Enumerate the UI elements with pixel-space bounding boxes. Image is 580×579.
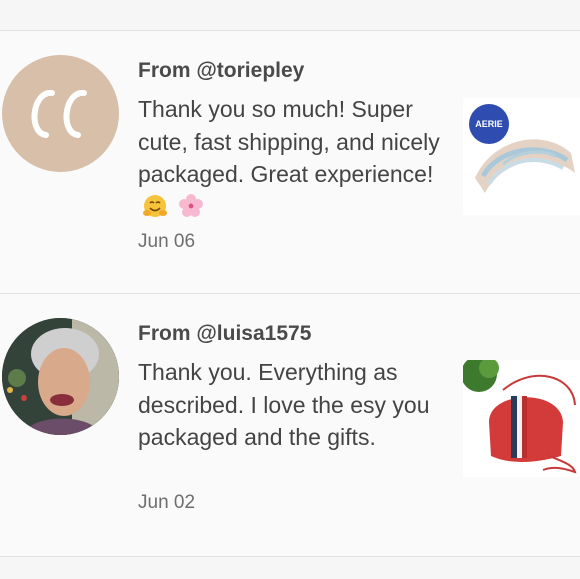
cherry-blossom-emoji-icon	[178, 193, 204, 228]
product-thumbnail[interactable]	[463, 360, 580, 477]
review-text: Thank you so much! Super cute, fast ship…	[138, 96, 440, 187]
initials-logo-icon	[31, 90, 87, 138]
user-avatar[interactable]	[2, 55, 119, 172]
review-date: Jun 02	[138, 492, 196, 513]
hugging-face-emoji-icon	[142, 193, 168, 228]
bottom-divider	[0, 556, 580, 557]
review-text: Thank you. Everything as described. I lo…	[138, 359, 430, 450]
profile-photo-icon	[2, 318, 119, 435]
product-thumbnail[interactable]: AERIE	[463, 98, 580, 215]
review-card[interactable]: From @luisa1575 Thank you. Everything as…	[0, 294, 580, 556]
review-author[interactable]: From @luisa1575	[138, 322, 311, 346]
brand-badge: AERIE	[469, 104, 509, 144]
review-author[interactable]: From @toriepley	[138, 59, 304, 83]
review-date: Jun 06	[138, 231, 196, 252]
review-message: Thank you. Everything as described. I lo…	[138, 356, 448, 454]
review-message: Thank you so much! Super cute, fast ship…	[138, 93, 448, 227]
brand-badge-label: AERIE	[475, 119, 503, 129]
user-avatar[interactable]	[2, 318, 119, 435]
red-crossbody-bag-photo-icon	[463, 360, 580, 477]
review-card[interactable]: From @toriepley Thank you so much! Super…	[0, 31, 580, 293]
